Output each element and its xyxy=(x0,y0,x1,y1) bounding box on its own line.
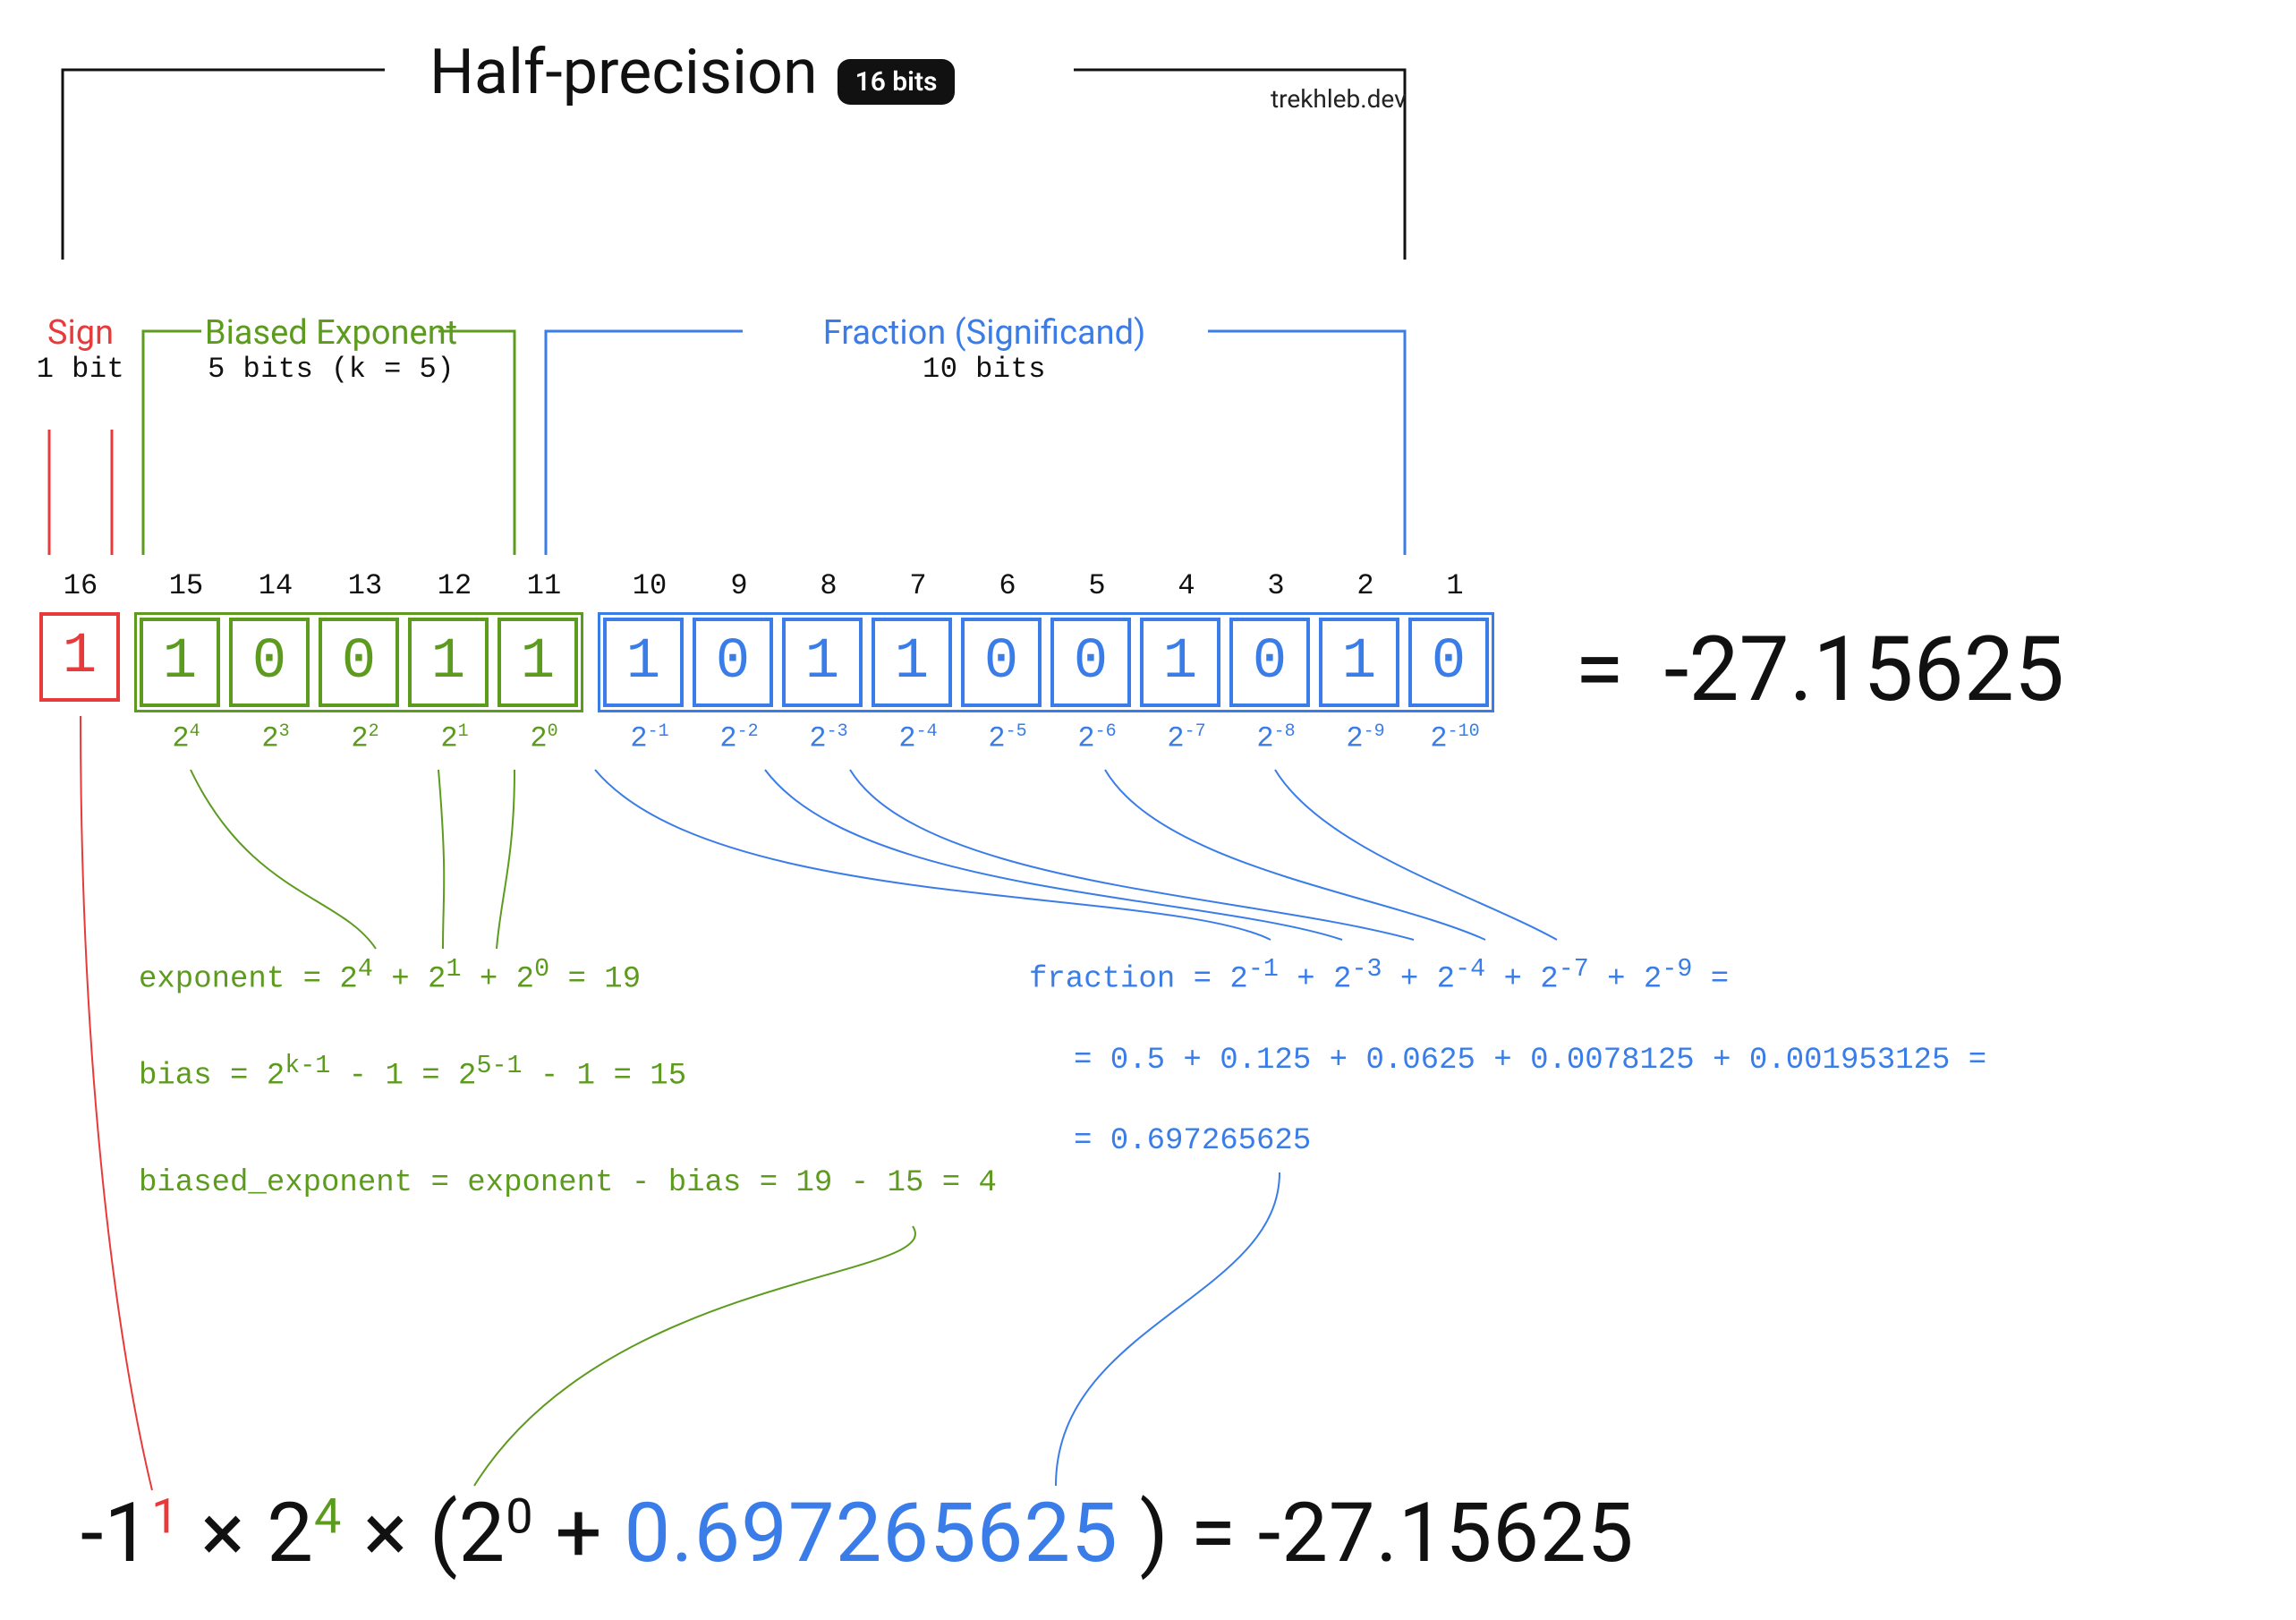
frac-bit: 1 xyxy=(872,618,952,707)
exponent-label: Biased Exponent xyxy=(205,313,457,353)
bit-weight: 2-10 xyxy=(1410,721,1500,755)
bit-weight: 2-1 xyxy=(605,721,694,755)
exponent-calc: exponent = 24 + 21 + 20 = 19 bias = 2k-1… xyxy=(139,949,997,1208)
frac-bit: 1 xyxy=(1319,618,1399,707)
bit-weight: 2-7 xyxy=(1142,721,1231,755)
equals-sign: = xyxy=(1575,618,1624,722)
fraction-label: Fraction (Significand) xyxy=(823,313,1146,353)
sign-bit: 1 xyxy=(39,612,120,702)
exp-bit: 1 xyxy=(140,618,220,707)
bit-weight xyxy=(36,721,125,755)
bit-index: 6 xyxy=(963,569,1052,602)
frac-bit: 1 xyxy=(603,618,684,707)
frac-bit: 1 xyxy=(1140,618,1220,707)
bit-weight: 2-5 xyxy=(963,721,1052,755)
bit-index: 7 xyxy=(873,569,963,602)
bit-index: 13 xyxy=(320,569,410,602)
frac-bit: 0 xyxy=(1050,618,1131,707)
bit-index: 9 xyxy=(694,569,784,602)
sign-sub: 1 bit xyxy=(37,353,125,386)
final-formula: -11 × 24 × (20 + 0.697265625 ) = -27.156… xyxy=(81,1486,1634,1582)
frac-bit: 0 xyxy=(961,618,1042,707)
frac-bit: 0 xyxy=(1229,618,1310,707)
fraction-sub: 10 bits xyxy=(923,353,1046,386)
bit-index: 2 xyxy=(1321,569,1410,602)
frac-bit: 1 xyxy=(782,618,863,707)
bit-index: 15 xyxy=(141,569,231,602)
bit-weight: 21 xyxy=(410,721,499,755)
bit-weight: 2-9 xyxy=(1321,721,1410,755)
fraction-bits-group: 1 0 1 1 0 0 1 0 1 0 xyxy=(598,612,1494,712)
bit-weight: 24 xyxy=(141,721,231,755)
bit-weight: 2-4 xyxy=(873,721,963,755)
bit-weight: 20 xyxy=(499,721,589,755)
bit-index: 5 xyxy=(1052,569,1142,602)
bit-index: 16 xyxy=(36,569,125,602)
bit-weight: 2-3 xyxy=(784,721,873,755)
exp-bit: 0 xyxy=(229,618,310,707)
exponent-bits-group: 1 0 0 1 1 xyxy=(134,612,583,712)
bit-index: 14 xyxy=(231,569,320,602)
exp-bit: 1 xyxy=(497,618,578,707)
sign-label: Sign xyxy=(47,313,114,353)
bit-index: 11 xyxy=(499,569,589,602)
page-title: Half-precision xyxy=(429,36,818,109)
exp-bit: 0 xyxy=(319,618,399,707)
bit-index: 3 xyxy=(1231,569,1321,602)
bit-weight: 22 xyxy=(320,721,410,755)
bit-index: 12 xyxy=(410,569,499,602)
bit-index: 8 xyxy=(784,569,873,602)
fraction-calc: fraction = 2-1 + 2-3 + 2-4 + 2-7 + 2-9 =… xyxy=(1029,949,1986,1166)
bit-weight: 2-8 xyxy=(1231,721,1321,755)
frac-bit: 0 xyxy=(693,618,773,707)
exp-bit: 1 xyxy=(408,618,489,707)
exponent-sub: 5 bits (k = 5) xyxy=(208,353,455,386)
bits-badge: 16 bits xyxy=(838,59,956,105)
bit-weight: 23 xyxy=(231,721,320,755)
bit-index: 10 xyxy=(605,569,694,602)
bit-weight: 2-6 xyxy=(1052,721,1142,755)
frac-bit: 0 xyxy=(1408,618,1489,707)
bit-weight: 2-2 xyxy=(694,721,784,755)
bit-index: 1 xyxy=(1410,569,1500,602)
bit-index: 4 xyxy=(1142,569,1231,602)
decimal-value: -27.15625 xyxy=(1664,618,2064,722)
attribution: trekhleb.dev xyxy=(1271,84,1407,114)
